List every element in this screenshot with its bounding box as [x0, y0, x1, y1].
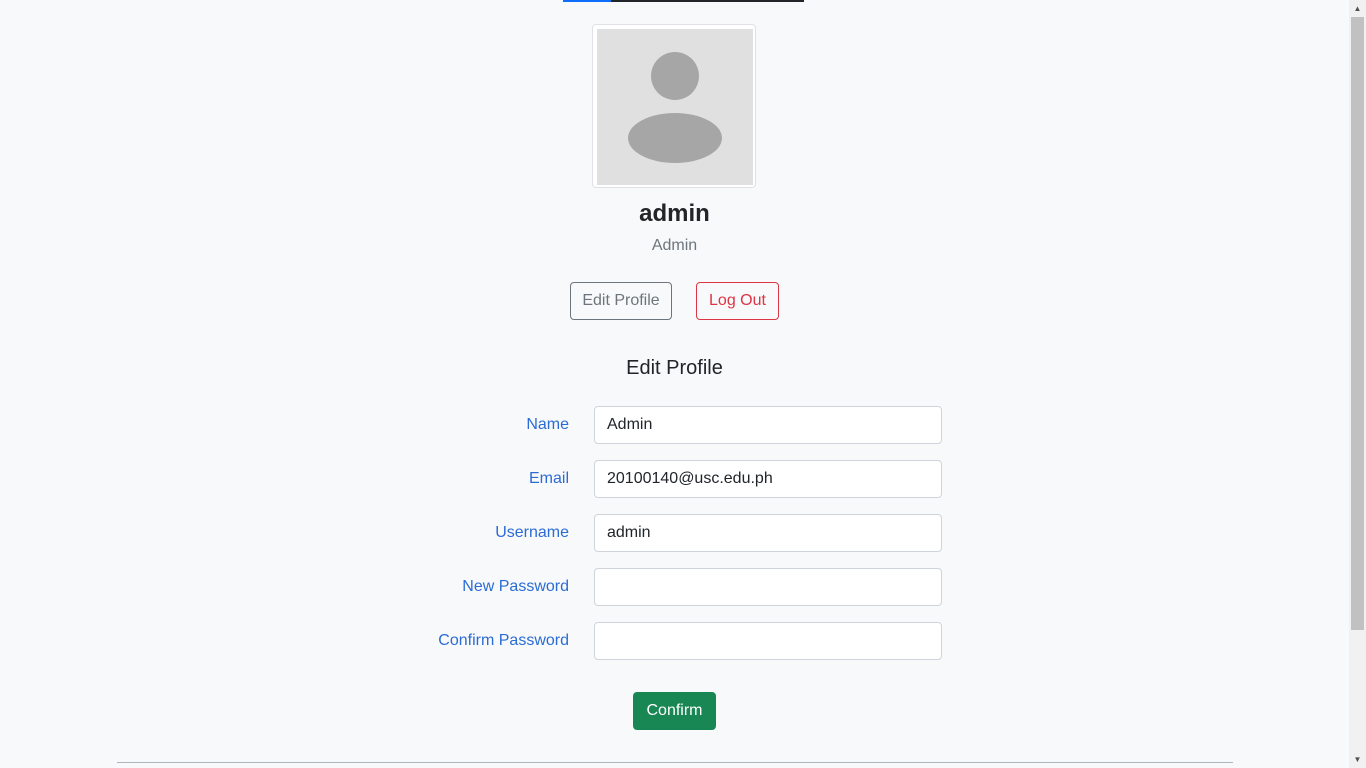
name-field[interactable] — [594, 406, 942, 444]
email-label: Email — [528, 470, 569, 487]
scrollbar-thumb[interactable] — [1351, 17, 1364, 630]
avatar — [592, 24, 756, 188]
edit-profile-heading: Edit Profile — [626, 357, 723, 379]
edit-profile-button[interactable]: Edit Profile — [570, 282, 672, 320]
top-tab-indicator — [563, 0, 804, 2]
profile-role: Admin — [651, 237, 698, 254]
scroll-up-icon[interactable]: ▲ — [1349, 0, 1366, 17]
email-field[interactable] — [594, 460, 942, 498]
divider — [117, 762, 1233, 763]
vertical-scrollbar[interactable]: ▲ ▼ — [1349, 0, 1366, 768]
active-tab-underline — [563, 0, 611, 2]
new-password-field[interactable] — [594, 568, 942, 606]
profile-page: admin Admin Edit Profile Log Out Edit Pr… — [0, 0, 1366, 768]
log-out-button[interactable]: Log Out — [696, 282, 779, 320]
confirm-password-label: Confirm Password — [438, 632, 569, 649]
username-field[interactable] — [594, 514, 942, 552]
name-label: Name — [526, 416, 569, 433]
user-silhouette-icon — [597, 29, 753, 185]
scroll-down-icon[interactable]: ▼ — [1349, 751, 1366, 768]
confirm-button[interactable]: Confirm — [633, 692, 716, 730]
username-label: Username — [495, 524, 569, 541]
new-password-label: New Password — [462, 578, 569, 595]
confirm-password-field[interactable] — [594, 622, 942, 660]
profile-display-name: admin — [639, 200, 710, 227]
